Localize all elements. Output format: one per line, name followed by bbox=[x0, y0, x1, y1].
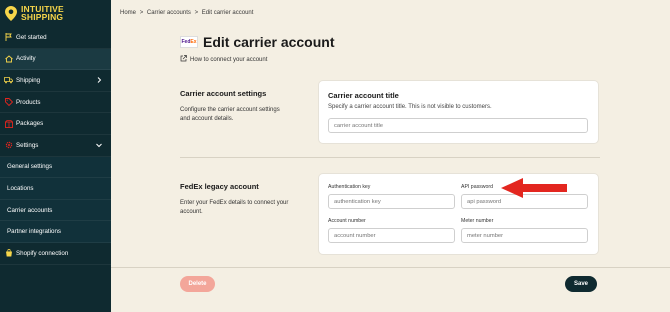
sidebar-item-label: Settings bbox=[16, 141, 39, 149]
fedex-section-desc: Enter your FedEx details to connect your… bbox=[180, 200, 289, 215]
sidebar-item-shopify-connection[interactable]: Shopify connection bbox=[0, 243, 111, 265]
auth-key-label: Authentication key bbox=[328, 184, 371, 190]
sidebar-item-label: Locations bbox=[7, 184, 34, 192]
sidebar-item-label: Get started bbox=[16, 33, 47, 41]
delete-button[interactable]: Delete bbox=[180, 276, 215, 292]
breadcrumb-separator: > bbox=[194, 10, 199, 16]
sidebar-item-general-settings[interactable]: General settings bbox=[0, 156, 111, 179]
section-divider bbox=[180, 157, 600, 158]
save-button[interactable]: Save bbox=[565, 276, 597, 292]
chevron-right-icon bbox=[95, 76, 103, 84]
home-icon bbox=[4, 54, 13, 63]
sidebar-item-label: Products bbox=[16, 98, 41, 106]
sidebar-item-label: Shopify connection bbox=[16, 249, 69, 257]
fedex-logo-fe: Fed bbox=[181, 39, 191, 45]
how-to-connect-link[interactable]: How to connect your account bbox=[180, 55, 267, 64]
red-arrow-annotation-icon bbox=[501, 176, 569, 200]
package-icon bbox=[4, 119, 13, 128]
sidebar-item-label: Packages bbox=[16, 120, 44, 128]
carrier-title-card-subtitle: Specify a carrier account title. This is… bbox=[328, 104, 492, 110]
brand-logo[interactable]: INTUITIVE SHIPPING bbox=[4, 2, 64, 24]
page-title: Edit carrier account bbox=[203, 34, 335, 50]
meter-number-input[interactable] bbox=[461, 228, 588, 243]
sidebar: INTUITIVE SHIPPING Get started Activity … bbox=[0, 0, 111, 312]
external-link-icon bbox=[180, 55, 187, 64]
sidebar-item-products[interactable]: Products bbox=[0, 92, 111, 114]
flag-icon bbox=[4, 33, 13, 42]
breadcrumb: Home > Carrier accounts > Edit carrier a… bbox=[120, 10, 255, 16]
meter-number-label: Meter number bbox=[461, 218, 494, 224]
sidebar-item-label: Carrier accounts bbox=[7, 206, 53, 214]
truck-icon bbox=[4, 76, 13, 85]
tag-icon bbox=[4, 98, 13, 107]
sidebar-item-packages[interactable]: Packages bbox=[0, 113, 111, 135]
breadcrumb-carrier-accounts[interactable]: Carrier accounts bbox=[147, 10, 191, 16]
sidebar-nav: Get started Activity Shipping Products P… bbox=[0, 27, 111, 265]
location-pin-icon bbox=[4, 5, 18, 21]
api-password-label: API password bbox=[461, 184, 494, 190]
carrier-settings-section-desc: Configure the carrier account settings a… bbox=[180, 107, 280, 122]
sidebar-item-locations[interactable]: Locations bbox=[0, 178, 111, 200]
sidebar-item-settings[interactable]: Settings bbox=[0, 135, 111, 157]
sidebar-item-label: Activity bbox=[16, 55, 36, 63]
breadcrumb-current: Edit carrier account bbox=[201, 10, 254, 16]
sidebar-item-shipping[interactable]: Shipping bbox=[0, 70, 111, 92]
breadcrumb-separator: > bbox=[139, 10, 144, 16]
footer-divider bbox=[111, 267, 670, 268]
sidebar-item-activity[interactable]: Activity bbox=[0, 48, 111, 71]
gear-icon bbox=[4, 141, 13, 150]
account-number-input[interactable] bbox=[328, 228, 455, 243]
brand-line2: SHIPPING bbox=[21, 12, 64, 22]
sidebar-item-partner-integrations[interactable]: Partner integrations bbox=[0, 221, 111, 243]
sidebar-item-get-started[interactable]: Get started bbox=[0, 27, 111, 49]
shopify-icon bbox=[4, 249, 13, 258]
carrier-title-card-heading: Carrier account title bbox=[328, 91, 399, 100]
account-number-label: Account number bbox=[328, 218, 366, 224]
carrier-title-card: Carrier account title Specify a carrier … bbox=[318, 80, 599, 144]
sidebar-item-label: Shipping bbox=[16, 76, 41, 84]
main-content: Home > Carrier accounts > Edit carrier a… bbox=[111, 0, 670, 312]
fedex-logo-ex: Ex bbox=[190, 39, 197, 45]
title-row: Fed Ex Edit carrier account bbox=[180, 34, 335, 50]
carrier-settings-section-title: Carrier account settings bbox=[180, 89, 267, 98]
fedex-logo: Fed Ex bbox=[180, 36, 198, 48]
sidebar-item-carrier-accounts[interactable]: Carrier accounts bbox=[0, 199, 111, 222]
carrier-account-title-input[interactable] bbox=[328, 118, 588, 133]
fedex-section-title: FedEx legacy account bbox=[180, 182, 259, 191]
how-to-connect-label: How to connect your account bbox=[190, 56, 268, 63]
breadcrumb-home[interactable]: Home bbox=[120, 10, 136, 16]
sidebar-item-label: General settings bbox=[7, 163, 53, 171]
chevron-down-icon bbox=[95, 141, 103, 149]
auth-key-input[interactable] bbox=[328, 194, 455, 209]
sidebar-item-label: Partner integrations bbox=[7, 228, 61, 236]
